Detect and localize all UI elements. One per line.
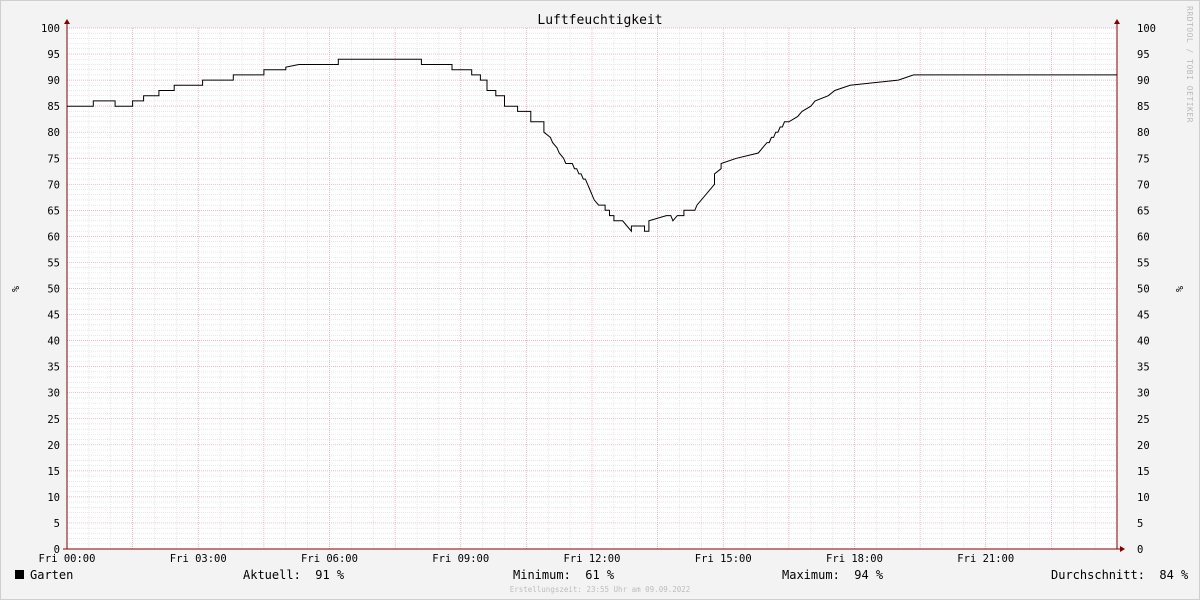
x-tick-label: Fri 21:00 [957, 553, 1014, 565]
watermark: RRDTOOL / TOBI OETIKER [1185, 6, 1194, 123]
y-tick-label-right: 85 [1137, 101, 1150, 113]
x-tick-label: Fri 12:00 [564, 553, 621, 565]
y-tick-label-left: 10 [47, 492, 60, 504]
legend-durchschnitt-label: Durchschnitt: [1051, 568, 1145, 582]
y-tick-label-left: 40 [47, 336, 60, 348]
x-tick-label: Fri 09:00 [432, 553, 489, 565]
y-tick-label-right: 80 [1137, 127, 1150, 139]
y-tick-label-right: 50 [1137, 284, 1150, 296]
y-axis-arrow-left [64, 19, 70, 24]
y-axis-label-left: % [9, 286, 20, 292]
x-tick-label: Fri 06:00 [301, 553, 358, 565]
y-axis-label-right: % [1173, 286, 1184, 292]
x-tick-label: Fri 18:00 [826, 553, 883, 565]
legend-maximum-value: 94 % [854, 568, 884, 582]
y-tick-label-left: 95 [47, 49, 60, 61]
humidity-chart: 0 05 510 1015 1520 2025 2530 3035 3540 4045 4550 50… [9, 6, 1194, 565]
y-tick-label-right: 70 [1137, 179, 1150, 191]
legend-color-swatch [15, 570, 24, 579]
y-tick-label-right: 25 [1137, 414, 1150, 426]
y-tick-label-left: 5 [54, 518, 60, 530]
y-tick-label-left: 20 [47, 440, 60, 452]
x-axis-arrow [1120, 546, 1125, 552]
y-tick-label-right: 15 [1137, 466, 1150, 478]
y-tick-label-right: 90 [1137, 75, 1150, 87]
grid-layer [67, 27, 1118, 549]
legend-aktuell: Aktuell: 91 % [243, 568, 344, 582]
y-tick-label-right: 75 [1137, 153, 1150, 165]
legend-maximum-label: Maximum: [782, 568, 840, 582]
y-tick-label-left: 85 [47, 101, 60, 113]
x-tick-label: Fri 03:00 [170, 553, 227, 565]
y-tick-label-right: 55 [1137, 257, 1150, 269]
x-tick-label: Fri 00:00 [39, 553, 96, 565]
legend-aktuell-label: Aktuell: [243, 568, 301, 582]
y-tick-label-left: 30 [47, 388, 60, 400]
y-tick-label-right: 0 [1137, 544, 1143, 556]
legend-minimum: Minimum: 61 % [513, 568, 614, 582]
y-tick-label-left: 70 [47, 179, 60, 191]
y-tick-label-left: 65 [47, 205, 60, 217]
y-tick-label-right: 20 [1137, 440, 1150, 452]
legend-aktuell-value: 91 % [315, 568, 345, 582]
y-tick-label-left: 15 [47, 466, 60, 478]
legend-series-name: Garten [30, 568, 74, 582]
y-tick-label-left: 25 [47, 414, 60, 426]
y-tick-label-right: 40 [1137, 336, 1150, 348]
y-tick-label-right: 45 [1137, 310, 1150, 322]
y-tick-label-right: 10 [1137, 492, 1150, 504]
chart-title: Luftfeuchtigkeit [537, 13, 662, 28]
legend-minimum-value: 61 % [585, 568, 615, 582]
footer-timestamp: Erstellungszeit: 23:55 Uhr am 09.09.2022 [509, 585, 691, 594]
y-tick-label-right: 60 [1137, 231, 1150, 243]
y-tick-label-left: 35 [47, 362, 60, 374]
y-tick-label-left: 50 [47, 284, 60, 296]
y-tick-label-left: 45 [47, 310, 60, 322]
y-tick-label-right: 35 [1137, 362, 1150, 374]
y-tick-label-right: 65 [1137, 205, 1150, 217]
y-tick-label-right: 100 [1137, 23, 1156, 35]
y-tick-label-left: 90 [47, 75, 60, 87]
legend-minimum-label: Minimum: [513, 568, 571, 582]
y-tick-label-right: 5 [1137, 518, 1143, 530]
legend-durchschnitt: Durchschnitt: 84 % [1051, 568, 1188, 582]
y-tick-label-right: 95 [1137, 49, 1150, 61]
legend-maximum: Maximum: 94 % [782, 568, 883, 582]
legend-durchschnitt-value: 84 % [1159, 568, 1189, 582]
y-tick-label-left: 60 [47, 231, 60, 243]
x-tick-label: Fri 15:00 [695, 553, 752, 565]
y-axis-arrow-right [1114, 19, 1120, 24]
y-tick-label-left: 55 [47, 257, 60, 269]
y-tick-label-left: 80 [47, 127, 60, 139]
y-tick-label-left: 100 [41, 23, 60, 35]
y-tick-label-right: 30 [1137, 388, 1150, 400]
y-tick-label-left: 75 [47, 153, 60, 165]
